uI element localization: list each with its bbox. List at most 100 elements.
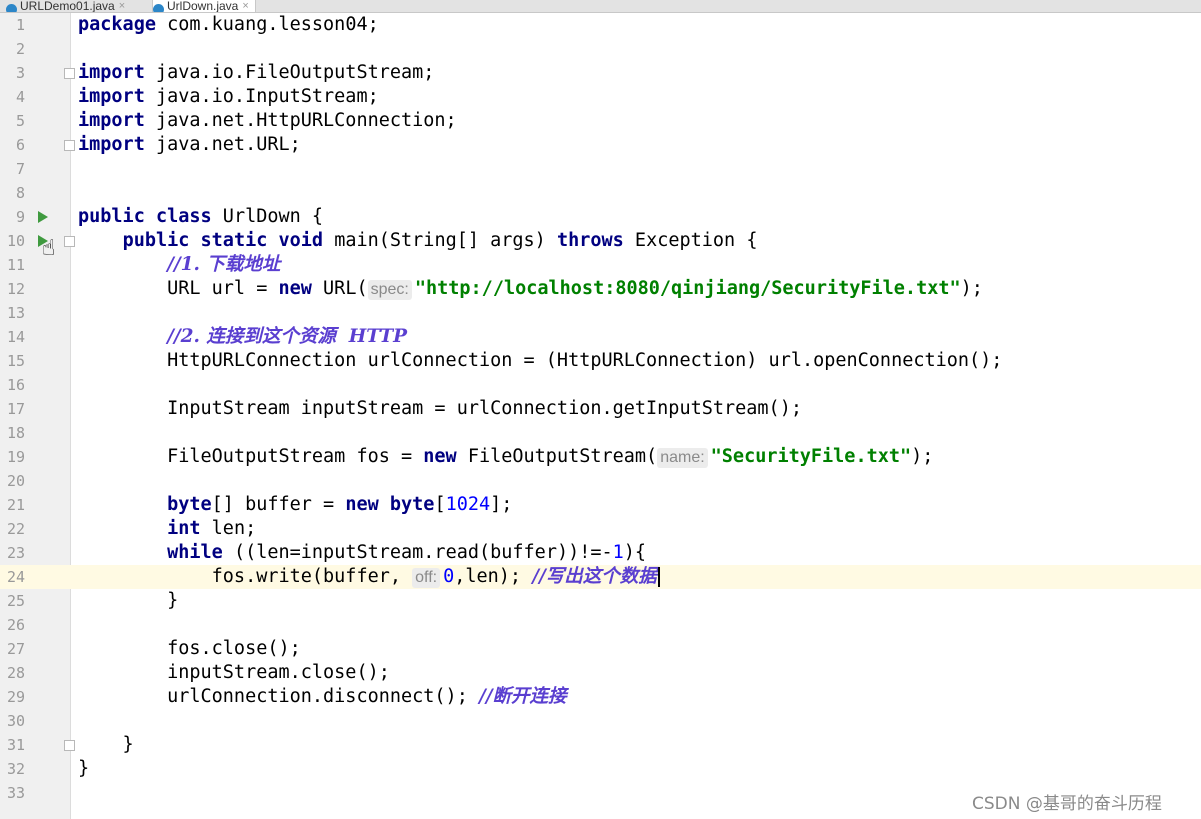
code-line[interactable]: 31 } <box>0 733 1201 757</box>
run-arrow-icon[interactable] <box>38 211 48 223</box>
code-token: void <box>278 230 324 251</box>
line-number: 4 <box>15 88 25 106</box>
code-line[interactable]: 30 <box>0 709 1201 733</box>
code-line[interactable]: 9 public class UrlDown { <box>0 205 1201 229</box>
code-text: fos.close(); <box>78 637 301 661</box>
line-number: 19 <box>6 448 25 466</box>
code-text: public static void main(String[] args) t… <box>78 229 758 253</box>
code-text: InputStream inputStream = urlConnection.… <box>78 397 802 421</box>
code-line[interactable]: 3 import java.io.FileOutputStream; <box>0 61 1201 85</box>
line-number: 13 <box>6 304 25 322</box>
code-line[interactable]: 15 HttpURLConnection urlConnection = (Ht… <box>0 349 1201 373</box>
code-comment: //2. 连接到这个资源 HTTP <box>167 326 408 347</box>
code-text: //2. 连接到这个资源 HTTP <box>78 325 407 349</box>
code-token: ); <box>911 446 934 467</box>
code-line[interactable]: 25 } <box>0 589 1201 613</box>
code-text: import java.net.URL; <box>78 133 301 157</box>
line-number: 27 <box>6 640 25 658</box>
code-line[interactable]: 2 <box>0 37 1201 61</box>
tab-close-icon[interactable]: × <box>242 0 248 12</box>
code-token: public <box>122 230 190 251</box>
code-line[interactable]: 28 inputStream.close(); <box>0 661 1201 685</box>
line-number: 12 <box>6 280 25 298</box>
code-token: URL( <box>311 278 368 299</box>
code-token: java.io.InputStream; <box>144 86 379 107</box>
code-token: ,len); <box>454 566 533 587</box>
line-number: 1 <box>15 16 25 34</box>
code-token: [] buffer = <box>211 494 346 515</box>
code-token: import <box>78 110 145 131</box>
line-number: 17 <box>6 400 25 418</box>
code-token: HttpURLConnection urlConnection = (HttpU… <box>78 350 1003 371</box>
code-line[interactable]: 22 int len; <box>0 517 1201 541</box>
code-line[interactable]: 17 InputStream inputStream = urlConnecti… <box>0 397 1201 421</box>
code-line[interactable]: 16 <box>0 373 1201 397</box>
code-token: Exception { <box>623 230 758 251</box>
code-line[interactable]: 29 urlConnection.disconnect(); //断开连接 <box>0 685 1201 709</box>
parameter-hint: off: <box>412 568 441 588</box>
fold-marker-icon[interactable] <box>64 236 75 247</box>
code-line[interactable]: 21 byte[] buffer = new byte[1024]; <box>0 493 1201 517</box>
code-line[interactable]: 11 //1. 下载地址 <box>0 253 1201 277</box>
tab-urldown[interactable]: UrlDown.java × <box>152 0 256 12</box>
code-line[interactable]: 1 package com.kuang.lesson04; <box>0 13 1201 37</box>
code-token: [ <box>434 494 446 515</box>
tab-urldemo01[interactable]: URLDemo01.java × <box>6 0 125 12</box>
code-token: main(String[] args) <box>323 230 557 251</box>
code-line[interactable]: 26 <box>0 613 1201 637</box>
line-number: 26 <box>6 616 25 634</box>
code-text: } <box>78 589 178 613</box>
code-line[interactable]: 14 //2. 连接到这个资源 HTTP <box>0 325 1201 349</box>
fold-marker-icon[interactable] <box>64 140 75 151</box>
code-text: FileOutputStream fos = new FileOutputStr… <box>78 445 933 469</box>
code-line[interactable]: 32} <box>0 757 1201 781</box>
java-class-icon <box>6 4 17 12</box>
line-number: 9 <box>15 208 25 226</box>
code-token: ]; <box>490 494 513 515</box>
code-token: } <box>78 590 179 611</box>
code-token: "SecurityFile.txt" <box>710 446 912 467</box>
code-token: while <box>167 542 223 563</box>
tab-close-icon[interactable]: × <box>119 0 125 12</box>
code-line[interactable]: 23 while ((len=inputStream.read(buffer))… <box>0 541 1201 565</box>
code-token: FileOutputStream( <box>456 446 658 467</box>
line-number: 25 <box>6 592 25 610</box>
code-token: InputStream inputStream = urlConnection.… <box>78 398 802 419</box>
code-line[interactable]: 18 <box>0 421 1201 445</box>
code-line[interactable]: 4 import java.io.InputStream; <box>0 85 1201 109</box>
code-text: byte[] buffer = new byte[1024]; <box>78 493 512 517</box>
code-line[interactable]: 5 import java.net.HttpURLConnection; <box>0 109 1201 133</box>
code-line[interactable]: 27 fos.close(); <box>0 637 1201 661</box>
line-number: 3 <box>15 64 25 82</box>
code-line[interactable]: 8 <box>0 181 1201 205</box>
line-number: 11 <box>6 256 25 274</box>
code-text: //1. 下载地址 <box>78 253 280 277</box>
code-line[interactable]: 10 public static void main(String[] args… <box>0 229 1201 253</box>
code-line[interactable]: 19 FileOutputStream fos = new FileOutput… <box>0 445 1201 469</box>
code-token: 1024 <box>445 494 491 515</box>
line-number: 23 <box>6 544 25 562</box>
code-token: package <box>78 14 156 35</box>
code-token: com.kuang.lesson04; <box>155 14 379 35</box>
fold-marker-icon[interactable] <box>64 740 75 751</box>
code-token: } <box>78 734 134 755</box>
code-line[interactable]: 6 import java.net.URL; <box>0 133 1201 157</box>
line-number: 8 <box>15 184 25 202</box>
text-caret <box>657 567 660 587</box>
line-number: 33 <box>6 784 25 802</box>
code-line[interactable]: 20 <box>0 469 1201 493</box>
code-token: } <box>78 758 90 779</box>
code-line[interactable]: 13 <box>0 301 1201 325</box>
code-text: fos.write(buffer, off: 0,len); //写出这个数据 <box>78 565 660 589</box>
code-line[interactable]: 24 fos.write(buffer, off: 0,len); //写出这个数… <box>0 565 1201 589</box>
code-token: new <box>278 278 312 299</box>
code-text: public class UrlDown { <box>78 205 323 229</box>
fold-marker-icon[interactable] <box>64 68 75 79</box>
code-token: import <box>78 134 145 155</box>
code-line[interactable]: 12 URL url = new URL(spec: "http://localh… <box>0 277 1201 301</box>
code-line[interactable]: 7 <box>0 157 1201 181</box>
